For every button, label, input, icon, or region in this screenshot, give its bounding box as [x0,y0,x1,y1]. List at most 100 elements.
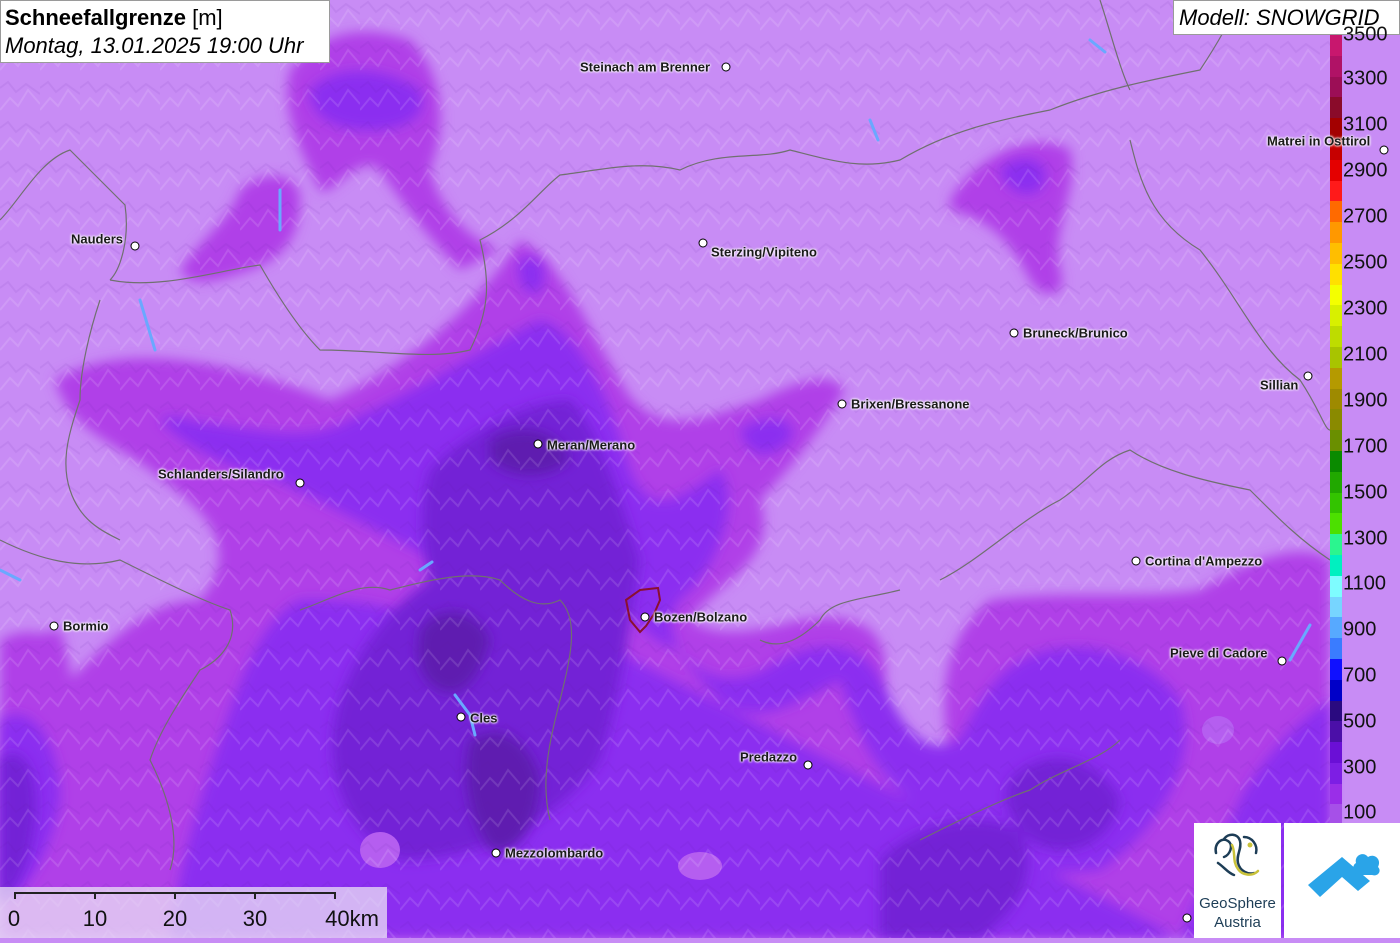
legend-color-step [1330,35,1342,56]
legend-color-step [1330,471,1342,493]
city-label: Pieve di Cadore [1170,645,1268,661]
legend-label: 500 [1343,710,1377,733]
legend-label: 3500 [1343,23,1388,46]
city-marker[interactable] [1009,328,1019,338]
legend-label: 1700 [1343,435,1388,458]
city-label: Bormio [63,618,109,634]
legend-color-step [1330,180,1342,202]
legend-color-step [1330,721,1342,743]
city-marker[interactable] [49,621,59,631]
app-logo[interactable] [1284,823,1400,938]
city-label: Sillian [1260,377,1299,393]
legend-color-step [1330,55,1342,77]
city-marker[interactable] [837,399,847,409]
city-label: Schlanders/Silandro [158,466,284,482]
legend-color-step [1330,159,1342,181]
city-label: Cles [470,710,498,726]
legend-color-step [1330,284,1342,306]
city-marker[interactable] [721,62,731,72]
legend-label: 1900 [1343,389,1388,412]
scale-tick [94,892,96,899]
legend-color-step [1330,679,1342,701]
cloud-arrow-icon [1308,854,1380,897]
legend-label: 700 [1343,664,1377,687]
city-label: Mezzolombardo [505,845,604,861]
legend-color-step [1330,326,1342,347]
city-label: Bozen/Bolzano [654,609,748,625]
city-label: Sterzing/Vipiteno [711,244,817,260]
geosphere-emblem-icon [1214,833,1260,877]
color-legend: 3500 3300 3100 2900 2700 2500 2300 2100 1900 1700… [1330,24,1400,826]
map-datetime: Montag, 13.01.2025 19:00 Uhr [5,33,304,58]
scale-tick [254,892,256,899]
geosphere-logo[interactable]: GeoSphere Austria [1194,823,1281,938]
scale-label: 20 [162,906,188,931]
scale-bar: 0 10 20 30 40km [0,887,387,938]
city-marker[interactable] [533,439,543,449]
geosphere-country: Austria [1214,914,1261,931]
city-label: Matrei in Osttirol [1267,133,1371,149]
legend-color-step [1330,658,1342,680]
city-marker[interactable] [698,238,708,248]
city-marker[interactable] [456,712,466,722]
legend-color-step [1330,783,1342,805]
city-label: Nauders [71,231,124,247]
legend-color-step [1330,575,1342,597]
scale-label: 0 [7,906,21,931]
city-marker[interactable] [1379,145,1389,155]
legend-label: 2100 [1343,343,1388,366]
legend-label: 100 [1343,801,1377,824]
legend-color-bar [1330,35,1342,826]
city-marker[interactable] [640,612,650,622]
city-label: Steinach am Brenner [580,59,711,75]
legend-color-step [1330,409,1342,431]
legend-color-step [1330,742,1342,763]
legend-color-step [1330,263,1342,285]
legend-color-step [1330,242,1342,264]
legend-color-step [1330,513,1342,535]
city-dot [1182,913,1192,923]
city-label: Brixen/Bressanone [851,396,970,412]
scale-label: 10 [82,906,108,931]
city-marker[interactable] [491,848,501,858]
legend-label: 300 [1343,756,1377,779]
legend-color-step [1330,222,1342,243]
legend-color-step [1330,492,1342,514]
city-label: Predazzo [740,749,798,765]
legend-label: 1300 [1343,527,1388,550]
city-label: Bruneck/Brunico [1023,325,1128,341]
geosphere-name: GeoSphere [1199,895,1276,912]
legend-color-step [1330,700,1342,722]
legend-color-step [1330,762,1342,784]
legend-color-step [1330,638,1342,659]
scale-tick [14,892,16,899]
city-marker[interactable] [1303,371,1313,381]
city-marker[interactable] [803,760,813,770]
legend-color-step [1330,346,1342,368]
legend-color-step [1330,201,1342,223]
city-label: Meran/Merano [547,437,636,453]
legend-color-step [1330,617,1342,639]
city-label: Cortina d'Ampezzo [1145,553,1263,569]
city-marker[interactable] [1131,556,1141,566]
legend-color-step [1330,430,1342,451]
legend-color-step [1330,97,1342,119]
map-title-box: Schneefallgrenze [m] Montag, 13.01.2025 … [0,0,330,63]
city-marker[interactable] [1277,656,1287,666]
legend-color-step [1330,76,1342,98]
legend-color-step [1330,450,1342,472]
city-marker[interactable] [130,241,140,251]
legend-color-step [1330,596,1342,618]
city-marker[interactable] [295,478,305,488]
legend-label: 2300 [1343,297,1388,320]
scale-label: 40km [325,906,379,931]
legend-color-step [1330,534,1342,555]
legend-label: 900 [1343,618,1377,641]
legend-color-step [1330,305,1342,327]
legend-color-step [1330,388,1342,410]
legend-label: 2700 [1343,205,1388,228]
legend-color-step [1330,367,1342,389]
legend-color-step [1330,554,1342,576]
scale-tick [334,892,336,899]
scale-tick [174,892,176,899]
